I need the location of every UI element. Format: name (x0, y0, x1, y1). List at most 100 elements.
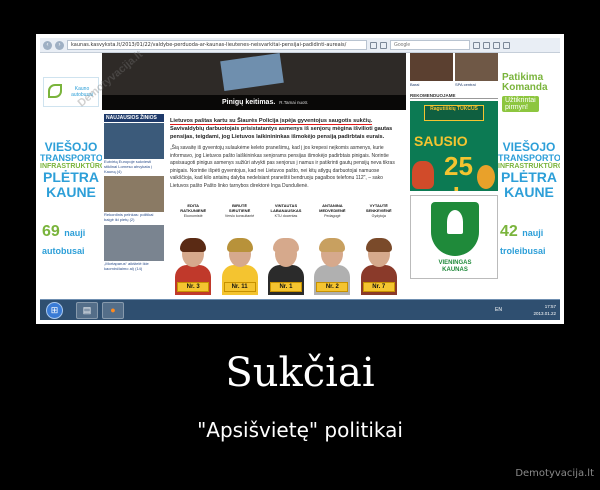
start-button[interactable]: ⊞ (46, 302, 63, 319)
candidate-name: ANTANINA MEDVEDIENĖ Pedagogė (311, 203, 353, 218)
right-sidebar: Barai SPA centrai REKOMENDUOJAME Ragutiš… (410, 53, 498, 279)
bus-count: 69 nauji autobusai (42, 223, 100, 259)
latest-news-list: Eutvirtą Europoje sukviesti stiklinai Lo… (104, 123, 164, 274)
party-name: VIENINGAS KAUNAS (411, 260, 499, 273)
team-slogan: Patikima Komanda Užtikrintai pirmyn! (502, 73, 558, 114)
bus-count-label-1: nauji (64, 228, 86, 238)
trolleybus-count-label-1: nauji (522, 228, 544, 238)
transport-slogan: VIEŠOJO TRANSPORTO INFRASTRUKTŪROS PLĖTR… (40, 140, 110, 201)
firefox-taskbar-icon[interactable]: ● (102, 302, 124, 319)
hero-caption-text: Pinigų keitimas. (222, 99, 276, 106)
candidate-photo: Nr. 1 (266, 237, 306, 295)
article-paragraph: „Šią savaitę iš gyventojų sulaukėme kele… (170, 145, 395, 189)
list-item[interactable]: Rekordinis pelnkas: politikai baigė iki … (104, 176, 164, 223)
right-banner-ad[interactable]: Patikima Komanda Užtikrintai pirmyn! VIEŠ… (498, 53, 560, 299)
screen: ‹ › kaunas.kasvyksta.lt/2013/01/22/valdy… (40, 38, 560, 320)
market-ad[interactable]: Ragutiškių TUKCUS SAUSIO 25 d. (410, 101, 498, 191)
candidate-name: BIRUTĖ SIRUTIENĖ Verslo konsultantė (219, 203, 261, 218)
list-item[interactable]: Eutvirtą Europoje sukviesti stiklinai Lo… (104, 123, 164, 174)
brand-line-2: Komanda (502, 82, 548, 93)
trolleybus-count-number: 42 (500, 223, 518, 240)
search-input[interactable]: Google (390, 40, 470, 50)
back-icon[interactable]: ‹ (43, 40, 52, 50)
language-indicator[interactable]: EN (495, 307, 502, 313)
slogan-line-4: PLĖTRA (43, 169, 99, 186)
news-link[interactable]: „Mortaparus“ aikštelė ikie kaominčiaimo … (104, 261, 164, 272)
poster-subtitle: "Apsišvietę" politikai (197, 418, 403, 442)
candidate-number-badge: Nr. 1 (269, 282, 302, 292)
bar-caption[interactable]: Barai (410, 82, 453, 87)
candidate-hair (180, 238, 207, 252)
bus-count-number: 69 (42, 223, 60, 240)
spa-caption[interactable]: SPA centrai (455, 82, 498, 87)
screenshot-frame: ‹ › kaunas.kasvyksta.lt/2013/01/22/valdy… (36, 34, 564, 324)
site-credit: Demotyvacija.lt (515, 468, 594, 479)
candidate-hair (272, 238, 299, 252)
candidate-photo: Nr. 11 (220, 237, 260, 295)
bar-image[interactable] (410, 53, 453, 81)
bar-ad[interactable]: Barai (410, 53, 453, 87)
hero-photo-credit: R.Tamai nuotr. (279, 100, 309, 105)
windows-taskbar: ⊞ ▤ ● EN 17:57 2013.01.22 (40, 299, 560, 320)
candidate-name: VINTAUTAS LABANAUSKAS KTU docentas (265, 203, 307, 218)
news-thumbnail[interactable] (104, 176, 164, 213)
market-ad-month: SAUSIO (414, 133, 468, 149)
refresh-icon[interactable] (380, 41, 387, 49)
slogan-line-1: VIEŠOJO (44, 140, 98, 154)
slogan-line-5: KAUNE (504, 184, 554, 201)
party-name-line-1: VIENINGAS (438, 260, 472, 266)
clock-time: 17:57 (544, 304, 556, 309)
candidate-role: Pedagogė (324, 213, 341, 218)
transport-slogan: VIEŠOJO TRANSPORTO INFRASTRUKTŪROS PLĖTR… (498, 141, 560, 200)
spa-ad[interactable]: SPA centrai (455, 53, 498, 87)
spa-image[interactable] (455, 53, 498, 81)
article-body: Lietuvos paštas kartu su Šiaurės Policij… (170, 117, 402, 190)
article-lead: Lietuvos paštas kartu su Šiaurės Policij… (170, 117, 402, 141)
banknote-image (220, 52, 284, 92)
trolleybus-count-label-2: troleibusai (500, 246, 546, 256)
poster-title: Sukčiai (225, 350, 375, 396)
news-link[interactable]: Eutvirtą Europoje sukviesti stiklinai Lo… (104, 159, 164, 174)
clock-date: 2013.01.22 (533, 311, 556, 316)
candidate-hair (226, 238, 253, 252)
news-link[interactable]: Rekordinis pelnkas: politikai baigė iki … (104, 213, 164, 223)
home-icon[interactable] (493, 41, 500, 49)
party-name-line-2: KAUNAS (442, 266, 468, 273)
hero-image[interactable]: Pinigų keitimas. R.Tamai nuotr. (102, 52, 406, 110)
candidate-photos: Nr. 3 Nr. 11 Nr. 1 Nr. 2 Nr. 7 (170, 237, 402, 295)
explorer-taskbar-icon[interactable]: ▤ (76, 302, 98, 319)
pumpkin-icon (477, 165, 495, 189)
menu-icon[interactable] (503, 41, 510, 49)
browser-toolbar: ‹ › kaunas.kasvyksta.lt/2013/01/22/valdy… (40, 38, 560, 53)
list-item[interactable]: „Mortaparus“ aikštelė ikie kaominčiaimo … (104, 224, 164, 272)
candidate-names: EDITA RATKUNIENĖ Ekonomistė BIRUTĖ SIRUTIEN… (170, 203, 402, 218)
candidate-number-badge: Nr. 3 (177, 282, 210, 292)
candidate-role: Gydytoja (371, 213, 386, 218)
candidate-name: VYTAUTĖ SENKEVIĖNĖ Gydytoja (358, 203, 400, 218)
slogan-line-5: KAUNE (46, 184, 96, 201)
star-icon[interactable] (370, 41, 377, 49)
forward-icon[interactable]: › (55, 40, 64, 50)
downloads-icon[interactable] (483, 41, 490, 49)
candidate-role: Verslo konsultantė (224, 213, 255, 218)
candidate-photo: Nr. 7 (359, 237, 399, 295)
party-ad[interactable]: VIENINGAS KAUNAS (410, 195, 498, 279)
news-thumbnail[interactable] (104, 224, 164, 261)
bus-count-label-2: autobusai (42, 246, 85, 256)
news-thumbnail[interactable] (104, 123, 164, 159)
system-clock[interactable]: 17:57 2013.01.22 (533, 303, 556, 317)
article-lead-rest: Savivaldybių darbuotojais prisistatantys… (170, 126, 393, 141)
slogan-line-2: TRANSPORTO (498, 152, 560, 163)
hero-caption: Pinigų keitimas. R.Tamai nuotr. (102, 95, 406, 110)
slogan-line-2: TRANSPORTO (40, 152, 103, 163)
candidate-role: Ekonomistė (183, 213, 203, 218)
tagline-1: Užtikrintai (505, 97, 536, 104)
bookmarks-icon[interactable] (473, 41, 480, 49)
address-bar[interactable]: kaunas.kasvyksta.lt/2013/01/22/valdybe-p… (67, 40, 367, 50)
article-lead-highlight: Lietuvos paštas kartu su Šiaurės Policij… (170, 118, 373, 125)
venue-ads: Barai SPA centrai (410, 53, 498, 87)
slogan-line-1: VIEŠOJO (502, 140, 556, 154)
tagline-2: pirmyn! (505, 104, 528, 111)
candidate-hair (319, 238, 346, 252)
market-ad-title: Ragutiškių TUKCUS (424, 105, 484, 121)
